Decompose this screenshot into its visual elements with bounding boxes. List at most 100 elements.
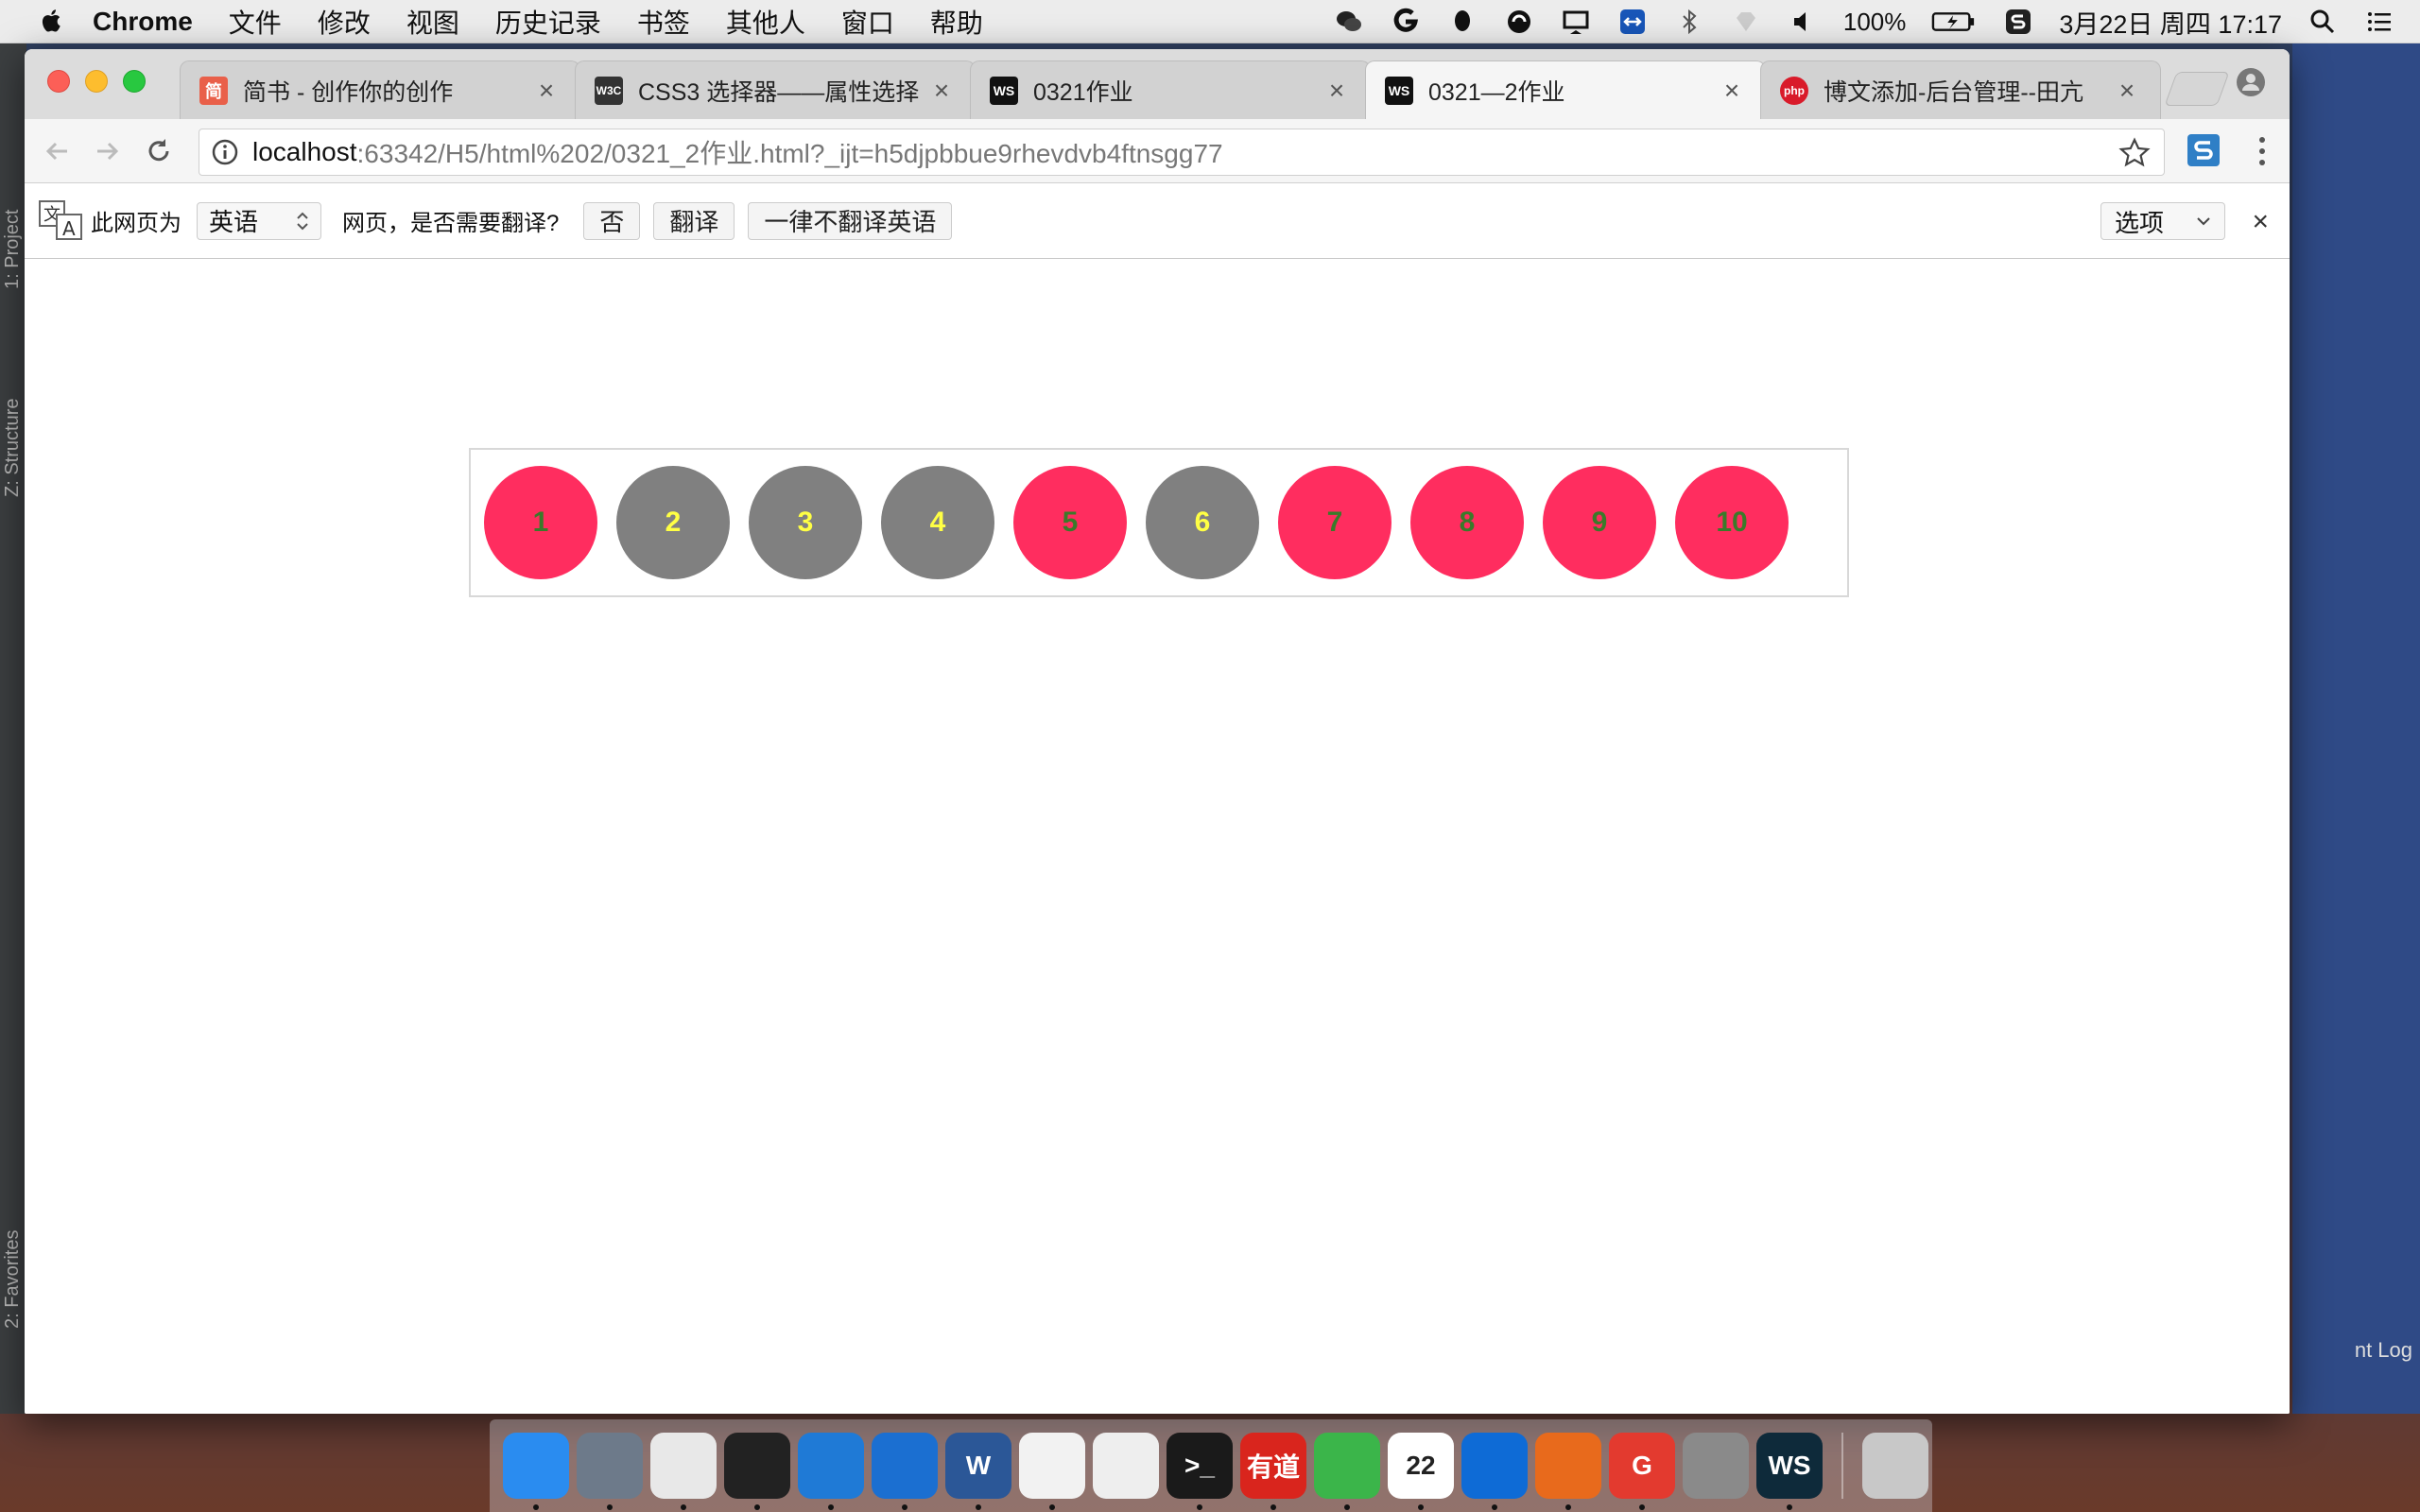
w3c-favicon-icon: W3C: [595, 76, 623, 105]
notification-center-icon[interactable]: [2363, 6, 2395, 38]
translate-button[interactable]: 翻译: [653, 201, 735, 240]
dock-textedit-icon[interactable]: [1093, 1433, 1159, 1499]
dock-youdao-icon[interactable]: 有道: [1240, 1433, 1306, 1510]
tab-title: 0321作业: [1033, 78, 1133, 106]
dock-app-label: >_: [1184, 1451, 1215, 1480]
running-indicator: [976, 1504, 981, 1510]
profile-icon[interactable]: [2235, 66, 2267, 98]
menu-app-name[interactable]: Chrome: [93, 7, 193, 37]
tab-title: 简书 - 创作你的创作: [243, 78, 454, 106]
tab-0321-2-homework[interactable]: WS 0321—2作业 ×: [1365, 60, 1766, 120]
dock-xcode-icon[interactable]: [872, 1433, 938, 1510]
extension-icon[interactable]: [2186, 132, 2221, 168]
forward-button[interactable]: [89, 132, 127, 170]
php-favicon-icon: php: [1780, 76, 1808, 105]
tab-close-icon[interactable]: ×: [532, 76, 561, 105]
screen-share-tray-icon[interactable]: [1560, 6, 1592, 38]
sync-tray-icon[interactable]: [1503, 6, 1535, 38]
bookmark-star-icon[interactable]: [2118, 137, 2151, 169]
ide-project-label[interactable]: 1: Project: [2, 210, 24, 289]
new-tab-button[interactable]: [2164, 72, 2230, 106]
dock-wechat-icon[interactable]: [1314, 1433, 1380, 1510]
tab-close-icon[interactable]: ×: [927, 76, 956, 105]
tab-title: CSS3 选择器——属性选择器: [638, 78, 920, 106]
menu-file[interactable]: 文件: [229, 3, 282, 41]
git-tray-icon[interactable]: [1390, 6, 1422, 38]
s-app-tray-icon[interactable]: [2002, 6, 2034, 38]
svg-text:A: A: [62, 217, 76, 240]
dock-teamviewer-icon[interactable]: [1461, 1433, 1528, 1510]
apple-icon[interactable]: [38, 7, 68, 37]
dock-calendar-icon[interactable]: 22: [1388, 1433, 1454, 1510]
spotlight-search-icon[interactable]: [2307, 6, 2339, 38]
never-translate-button[interactable]: 一律不翻译英语: [748, 201, 953, 240]
teamviewer-tray-icon[interactable]: [1616, 6, 1649, 38]
menu-window[interactable]: 窗口: [841, 3, 894, 41]
qq-tray-icon[interactable]: [1446, 6, 1478, 38]
menu-people[interactable]: 其他人: [726, 3, 805, 41]
menubar-clock[interactable]: 3月22日 周四 17:17: [2059, 4, 2282, 41]
tab-close-icon[interactable]: ×: [1718, 76, 1746, 105]
tab-title: 博文添加-后台管理--田亢: [1824, 78, 2083, 106]
dock-firefox-icon[interactable]: [1535, 1433, 1601, 1510]
menu-bookmarks[interactable]: 书签: [637, 3, 690, 41]
translate-options-select[interactable]: 选项: [2100, 202, 2225, 240]
dock-qq-icon[interactable]: [724, 1433, 790, 1510]
address-bar[interactable]: localhost:63342/H5/html%202/0321_2作业.htm…: [199, 129, 2165, 176]
dock-terminal-icon[interactable]: >_: [1167, 1433, 1233, 1510]
ball-item: 6: [1146, 466, 1259, 579]
dock-finder-icon[interactable]: [503, 1433, 569, 1510]
dock-app-label: G: [1632, 1451, 1652, 1480]
webstorm-favicon-icon: WS: [1385, 77, 1413, 105]
tab-jianshu[interactable]: 简 简书 - 创作你的创作 ×: [180, 60, 580, 119]
tab-0321-homework[interactable]: WS 0321作业 ×: [970, 60, 1371, 119]
translate-infobar: 文A 此网页为 英语 网页，是否需要翻译? 否 翻译 一律不翻译英语 选项 ×: [25, 183, 2290, 259]
menu-help[interactable]: 帮助: [930, 3, 983, 41]
translate-close-button[interactable]: ×: [2252, 206, 2269, 238]
sketch-tray-icon[interactable]: [1730, 6, 1762, 38]
tab-close-icon[interactable]: ×: [2113, 76, 2141, 105]
running-indicator: [1565, 1504, 1571, 1510]
ide-structure-label[interactable]: Z: Structure: [2, 399, 24, 497]
dock-browser-icon[interactable]: [798, 1433, 864, 1510]
back-button[interactable]: [38, 132, 76, 170]
window-close-button[interactable]: [47, 70, 70, 93]
volume-icon[interactable]: [1787, 6, 1819, 38]
reload-button[interactable]: [140, 132, 178, 170]
tab-close-icon[interactable]: ×: [1322, 76, 1351, 105]
translate-options-label: 选项: [2114, 208, 2164, 237]
bluetooth-icon[interactable]: [1673, 6, 1705, 38]
window-zoom-button[interactable]: [123, 70, 146, 93]
dock-keychain-icon[interactable]: [1683, 1433, 1749, 1499]
tab-blog-admin[interactable]: php 博文添加-后台管理--田亢 ×: [1760, 60, 2161, 119]
ide-event-log-label[interactable]: nt Log: [2355, 1338, 2412, 1363]
dock-app-label: W: [965, 1451, 992, 1480]
running-indicator: [1418, 1504, 1424, 1510]
running-indicator: [1197, 1504, 1202, 1510]
menu-view[interactable]: 视图: [406, 3, 459, 41]
no-translate-button[interactable]: 否: [583, 201, 641, 240]
dock-launchpad-icon[interactable]: [577, 1433, 643, 1510]
dock-c-app-icon[interactable]: [1019, 1433, 1085, 1510]
site-info-icon[interactable]: [211, 138, 239, 166]
menu-edit[interactable]: 修改: [318, 3, 371, 41]
window-controls: [47, 70, 146, 93]
chrome-menu-icon[interactable]: [2256, 134, 2269, 168]
dock-word-icon[interactable]: W: [945, 1433, 1011, 1510]
dock-chrome-icon[interactable]: [650, 1433, 717, 1510]
tab-title: 0321—2作业: [1428, 79, 1565, 106]
dock-trash-icon[interactable]: [1862, 1433, 1928, 1499]
window-minimize-button[interactable]: [85, 70, 108, 93]
source-language-value: 英语: [209, 208, 259, 236]
macos-menu-bar: Chrome 文件 修改 视图 历史记录 书签 其他人 窗口 帮助 100% 3…: [0, 0, 2420, 43]
source-language-select[interactable]: 英语: [197, 201, 322, 240]
wechat-tray-icon[interactable]: [1333, 6, 1365, 38]
battery-icon[interactable]: [1930, 6, 1978, 38]
ide-favorites-label[interactable]: 2: Favorites: [2, 1230, 24, 1329]
dock-webstorm-icon[interactable]: WS: [1756, 1433, 1823, 1510]
menu-history[interactable]: 历史记录: [495, 3, 601, 41]
tab-css3-selectors[interactable]: W3C CSS3 选择器——属性选择器 ×: [575, 60, 976, 119]
dock-gitapp-icon[interactable]: G: [1609, 1433, 1675, 1510]
webstorm-favicon-icon: WS: [990, 76, 1018, 105]
running-indicator: [1049, 1504, 1055, 1510]
